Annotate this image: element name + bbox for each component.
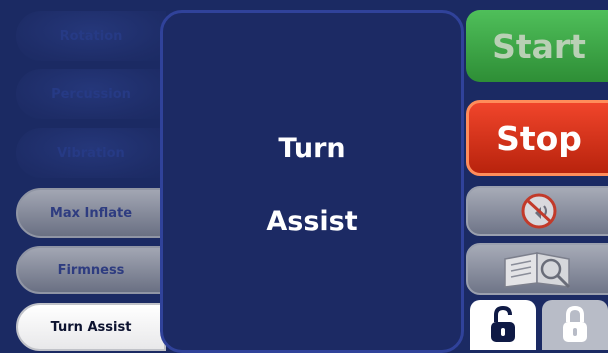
firmness-label: Firmness [57,262,125,278]
percussion-button[interactable]: Percussion [16,69,166,119]
vibration-button[interactable]: Vibration [16,128,166,178]
vibration-label: Vibration [57,145,125,161]
stop-label: Stop [496,118,582,158]
locked-padlock-icon [563,306,587,342]
no-sound-icon [521,193,557,229]
turn-assist-button[interactable]: Turn Assist [16,303,166,351]
panel-title-line2: Assist [266,206,358,237]
control-screen: Rotation Percussion Vibration Max Inflat… [0,0,608,353]
turn-assist-label: Turn Assist [50,319,132,335]
start-label: Start [492,26,586,66]
manual-search-icon [504,252,571,289]
percussion-label: Percussion [51,86,131,102]
max-inflate-button[interactable]: Max Inflate [16,188,166,238]
user-manual-button[interactable] [466,243,608,295]
firmness-button[interactable]: Firmness [16,246,166,294]
alarm-silence-button[interactable] [466,186,608,236]
stop-button[interactable]: Stop [466,100,608,176]
unlocked-padlock-icon [491,306,515,342]
panel-title-line1: Turn [278,133,346,164]
turn-assist-panel: Turn Assist [160,10,464,353]
max-inflate-label: Max Inflate [49,205,133,221]
rotation-label: Rotation [59,28,123,44]
rotation-button[interactable]: Rotation [16,11,166,61]
start-button[interactable]: Start [466,10,608,82]
